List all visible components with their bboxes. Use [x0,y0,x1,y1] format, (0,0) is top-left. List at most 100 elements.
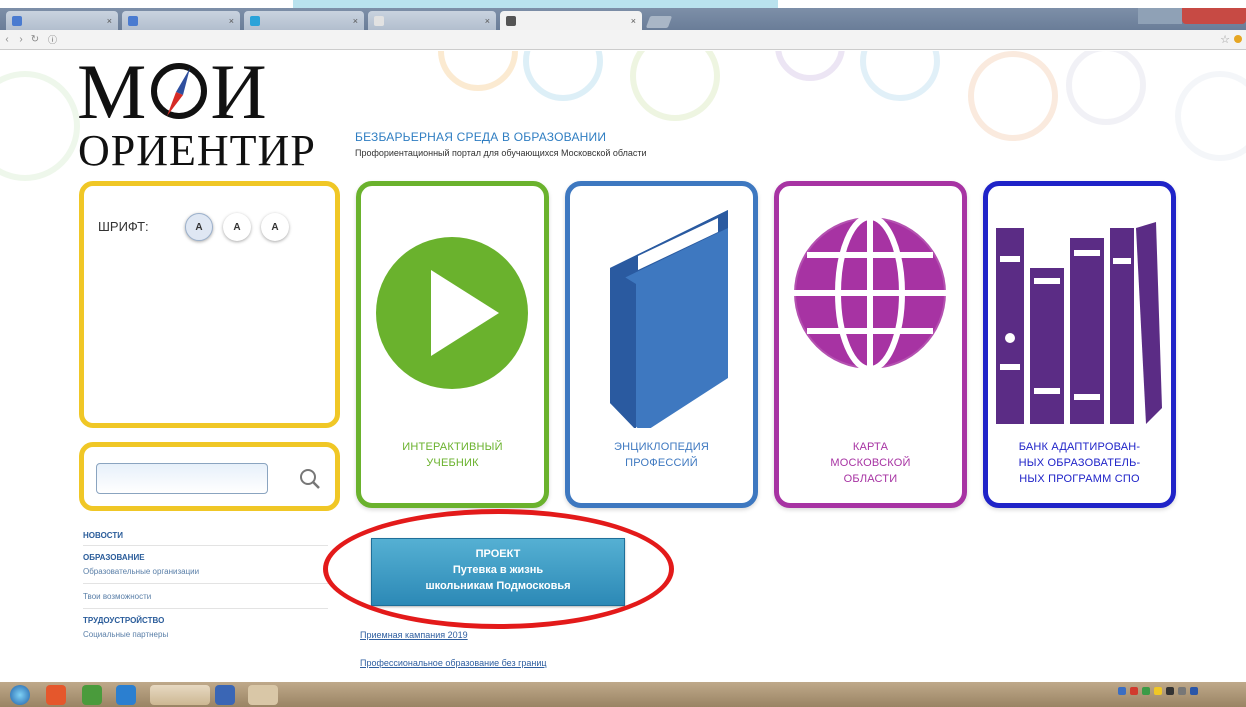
close-icon[interactable]: × [103,16,112,26]
taskbar-app-icon[interactable] [215,685,235,705]
card-label-line: ИНТЕРАКТИВНЫЙ [402,441,503,453]
card-moscow-map[interactable]: КАРТА МОСКОВСКОЙ ОБЛАСТИ [774,181,967,508]
browser-tab[interactable]: × [122,11,240,30]
start-button[interactable] [10,685,30,705]
new-tab-button[interactable] [645,16,673,28]
font-size-small-button[interactable]: A [185,213,213,241]
decor-circle [860,51,940,101]
taskbar-app-icon[interactable] [116,685,136,705]
card-label-line: НЫХ ПРОГРАММ СПО [1019,473,1140,485]
card-program-bank[interactable]: БАНК АДАПТИРОВАН- НЫХ ОБРАЗОВАТЕЛЬ- НЫХ … [983,181,1176,508]
book-icon [610,210,728,428]
taskbar-app-icon[interactable] [82,685,102,705]
address-bar: ‹ › ↻ ⓘ ☆ [0,30,1246,50]
window-close-button[interactable] [1138,8,1246,24]
tray-icon[interactable] [1142,687,1150,695]
sidebar-menu: НОВОСТИ ОБРАЗОВАНИЕ Образовательные орга… [83,531,333,641]
tray-icon[interactable] [1178,687,1186,695]
decor-circle [0,71,80,181]
tray-icon[interactable] [1130,687,1138,695]
site-subtitle: Профориентационный портал для обучающихс… [355,148,647,158]
card-label-line: ПРОФЕССИЙ [625,457,698,469]
decor-circle [523,51,603,101]
logo-letter-m: М [77,51,149,135]
logo-top[interactable]: М И [77,53,269,131]
sidebar-heading-news[interactable]: НОВОСТИ [83,531,333,540]
card-label-line: ЭНЦИКЛОПЕДИЯ [613,441,710,453]
card-label: БАНК АДАПТИРОВАН- НЫХ ОБРАЗОВАТЕЛЬ- НЫХ … [992,439,1167,487]
decor-circle [1175,71,1246,161]
card-interactive-textbook[interactable]: ИНТЕРАКТИВНЫЙ УЧЕБНИК [356,181,549,508]
font-size-panel: ШРИФТ: A A A [79,181,340,428]
taskbar-app-icon[interactable] [46,685,66,705]
taskbar-app-icon[interactable] [248,685,278,705]
browser-tab-bar: × × × × × [0,8,1246,30]
decor-circle [968,51,1058,141]
card-label: КАРТА МОСКОВСКОЙ ОБЛАСТИ [783,439,958,487]
font-size-large-button[interactable]: A [261,213,289,241]
promo-line: Путевка в жизнь [452,564,544,576]
sidebar-item-organizations[interactable]: Образовательные организации [83,566,333,578]
sidebar-heading-education[interactable]: ОБРАЗОВАНИЕ [83,553,333,562]
play-icon [376,237,528,389]
promo-line: ПРОЕКТ [475,548,521,560]
back-icon[interactable]: ‹ [0,34,14,45]
tab-favicon [374,15,384,26]
card-label-line: КАРТА [852,441,889,453]
close-icon[interactable]: × [225,16,234,26]
divider [83,545,328,546]
card-encyclopedia[interactable]: ЭНЦИКЛОПЕДИЯ ПРОФЕССИЙ [565,181,758,508]
tab-favicon [250,15,260,26]
decor-circle [1066,51,1146,125]
sidebar-item-opportunities[interactable]: Твои возможности [83,591,333,603]
card-label-line: ОБЛАСТИ [843,473,898,485]
info-icon[interactable]: ⓘ [48,35,57,45]
tab-favicon [12,15,22,26]
url-field[interactable]: ⓘ [48,33,57,46]
card-label-line: НЫХ ОБРАЗОВАТЕЛЬ- [1018,457,1141,469]
search-panel [79,442,340,511]
promo-line: школьникам Подмосковья [425,580,571,592]
sidebar-item-partners[interactable]: Социальные партнеры [83,629,333,641]
taskbar-app-icon[interactable] [150,685,210,705]
bookmark-star-icon[interactable]: ☆ [1220,33,1230,46]
tray-icon[interactable] [1154,687,1162,695]
site-title: БЕЗБАРЬЕРНАЯ СРЕДА В ОБРАЗОВАНИИ [355,130,607,144]
tray-icon[interactable] [1190,687,1198,695]
tray-icon[interactable] [1166,687,1174,695]
divider [83,583,328,584]
link-education-no-borders[interactable]: Профессиональное образование без границ [360,658,547,668]
card-label: ИНТЕРАКТИВНЫЙ УЧЕБНИК [365,439,540,471]
extension-icon[interactable] [1234,35,1242,43]
close-icon[interactable]: × [349,16,358,26]
search-input[interactable] [96,463,268,494]
decor-circle [775,51,845,81]
decor-circle [438,51,518,91]
logo-bottom[interactable]: ОРИЕНТИР [78,129,316,173]
browser-tab-active[interactable]: × [500,11,642,30]
font-size-label: ШРИФТ: [98,219,149,234]
tray-icon[interactable] [1118,687,1126,695]
card-label-line: БАНК АДАПТИРОВАН- [1018,441,1141,453]
logo-letter-i: И [210,51,269,135]
globe-icon [792,214,948,372]
close-icon[interactable]: × [627,16,636,26]
sidebar-heading-employment[interactable]: ТРУДОУСТРОЙСТВО [83,616,333,625]
search-icon[interactable] [298,467,322,491]
reload-icon[interactable]: ↻ [28,34,42,45]
page: М И ОРИЕНТИР БЕЗБАРЬЕРНАЯ СРЕДА В ОБРАЗО… [0,51,1246,682]
forward-icon[interactable]: › [14,34,28,45]
books-icon [996,222,1162,424]
browser-tab[interactable]: × [368,11,496,30]
tab-favicon [506,15,516,26]
link-admission[interactable]: Приемная кампания 2019 [360,630,468,640]
card-label: ЭНЦИКЛОПЕДИЯ ПРОФЕССИЙ [574,439,749,471]
browser-tab[interactable]: × [244,11,364,30]
screen: × × × × × ‹ › ↻ ⓘ ☆ М И ОРИЕНТИР БЕЗБАРЬ… [0,0,1246,707]
card-label-line: МОСКОВСКОЙ [830,457,911,469]
close-icon[interactable]: × [481,16,490,26]
promo-project-button[interactable]: ПРОЕКТ Путевка в жизнь школьникам Подмос… [371,538,625,606]
font-size-medium-button[interactable]: A [223,213,251,241]
taskbar [0,682,1246,707]
browser-tab[interactable]: × [6,11,118,30]
